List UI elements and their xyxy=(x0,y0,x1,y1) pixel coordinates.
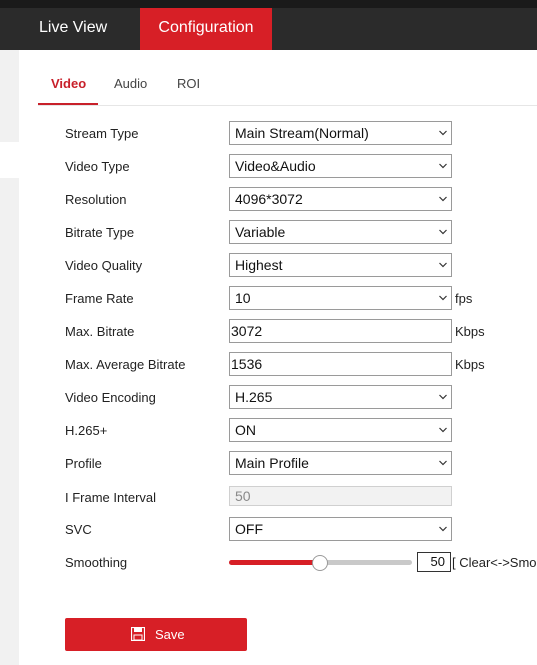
h265plus-label: H.265+ xyxy=(65,423,108,438)
smoothing-value-input[interactable]: 50 xyxy=(417,552,451,572)
active-tab-underline xyxy=(38,103,98,105)
frame-rate-value: 10 xyxy=(235,290,251,306)
profile-row: Profile Main Profile xyxy=(0,451,537,477)
stream-type-label: Stream Type xyxy=(65,126,139,141)
svc-label: SVC xyxy=(65,522,92,537)
smoothing-row: Smoothing 50 [ Clear<->Smoo xyxy=(0,550,537,576)
i-frame-interval-input: 50 xyxy=(229,486,452,506)
chevron-down-icon xyxy=(439,394,447,400)
bitrate-type-select[interactable]: Variable xyxy=(229,220,452,244)
max-bitrate-label: Max. Bitrate xyxy=(65,324,135,339)
profile-value: Main Profile xyxy=(235,455,309,471)
profile-label: Profile xyxy=(65,456,102,471)
frame-rate-unit: fps xyxy=(455,291,473,306)
chevron-down-icon xyxy=(439,295,447,301)
i-frame-interval-row: I Frame Interval 50 xyxy=(0,485,537,511)
h265plus-value: ON xyxy=(235,422,256,438)
chevron-down-icon xyxy=(439,229,447,235)
max-average-bitrate-unit: Kbps xyxy=(455,357,485,372)
smoothing-slider-handle[interactable] xyxy=(312,555,328,571)
video-quality-row: Video Quality Highest xyxy=(0,253,537,279)
h265plus-row: H.265+ ON xyxy=(0,418,537,444)
chevron-down-icon xyxy=(439,130,447,136)
top-nav-bar: Live View Configuration xyxy=(0,0,537,50)
chevron-down-icon xyxy=(439,262,447,268)
smoothing-slider-fill xyxy=(229,560,320,565)
floppy-disk-icon xyxy=(131,627,145,641)
stream-type-select[interactable]: Main Stream(Normal) xyxy=(229,121,452,145)
h265plus-select[interactable]: ON xyxy=(229,418,452,442)
video-type-row: Video Type Video&Audio xyxy=(0,154,537,180)
video-quality-value: Highest xyxy=(235,257,283,273)
chevron-down-icon xyxy=(439,427,447,433)
frame-rate-label: Frame Rate xyxy=(65,291,134,306)
profile-select[interactable]: Main Profile xyxy=(229,451,452,475)
save-button-label: Save xyxy=(155,627,185,642)
nav-live-view[interactable]: Live View xyxy=(39,8,107,50)
svc-select[interactable]: OFF xyxy=(229,517,452,541)
smoothing-hint: [ Clear<->Smoo xyxy=(452,555,537,570)
video-type-select[interactable]: Video&Audio xyxy=(229,154,452,178)
svc-row: SVC OFF xyxy=(0,517,537,543)
max-bitrate-unit: Kbps xyxy=(455,324,485,339)
max-bitrate-input[interactable]: 3072 xyxy=(229,319,452,343)
resolution-label: Resolution xyxy=(65,192,127,207)
max-average-bitrate-row: Max. Average Bitrate 1536 Kbps xyxy=(0,352,537,378)
tab-video[interactable]: Video xyxy=(51,76,86,91)
chevron-down-icon xyxy=(439,163,447,169)
max-average-bitrate-label: Max. Average Bitrate xyxy=(65,357,186,372)
max-bitrate-row: Max. Bitrate 3072 Kbps xyxy=(0,319,537,345)
sub-tabs: Video Audio ROI xyxy=(38,50,537,106)
i-frame-interval-label: I Frame Interval xyxy=(65,490,157,505)
smoothing-label: Smoothing xyxy=(65,555,128,570)
video-encoding-value: H.265 xyxy=(235,389,273,405)
video-encoding-label: Video Encoding xyxy=(65,390,156,405)
resolution-row: Resolution 4096*3072 xyxy=(0,187,537,213)
frame-rate-select[interactable]: 10 xyxy=(229,286,452,310)
tab-roi[interactable]: ROI xyxy=(177,76,200,91)
video-quality-label: Video Quality xyxy=(65,258,143,273)
max-average-bitrate-input[interactable]: 1536 xyxy=(229,352,452,376)
chevron-down-icon xyxy=(439,196,447,202)
chevron-down-icon xyxy=(439,526,447,532)
video-encoding-select[interactable]: H.265 xyxy=(229,385,452,409)
svc-value: OFF xyxy=(235,521,263,537)
resolution-select[interactable]: 4096*3072 xyxy=(229,187,452,211)
video-encoding-row: Video Encoding H.265 xyxy=(0,385,537,411)
tab-audio[interactable]: Audio xyxy=(114,76,147,91)
save-button[interactable]: Save xyxy=(65,618,247,651)
bitrate-type-label: Bitrate Type xyxy=(65,225,135,240)
stream-type-row: Stream Type Main Stream(Normal) xyxy=(0,121,537,147)
resolution-value: 4096*3072 xyxy=(235,191,303,207)
bitrate-type-value: Variable xyxy=(235,224,286,240)
video-type-value: Video&Audio xyxy=(235,158,316,174)
frame-rate-row: Frame Rate 10 fps xyxy=(0,286,537,312)
video-quality-select[interactable]: Highest xyxy=(229,253,452,277)
chevron-down-icon xyxy=(439,460,447,466)
video-type-label: Video Type xyxy=(65,159,130,174)
bitrate-type-row: Bitrate Type Variable xyxy=(0,220,537,246)
stream-type-value: Main Stream(Normal) xyxy=(235,125,369,141)
nav-configuration[interactable]: Configuration xyxy=(140,8,272,50)
